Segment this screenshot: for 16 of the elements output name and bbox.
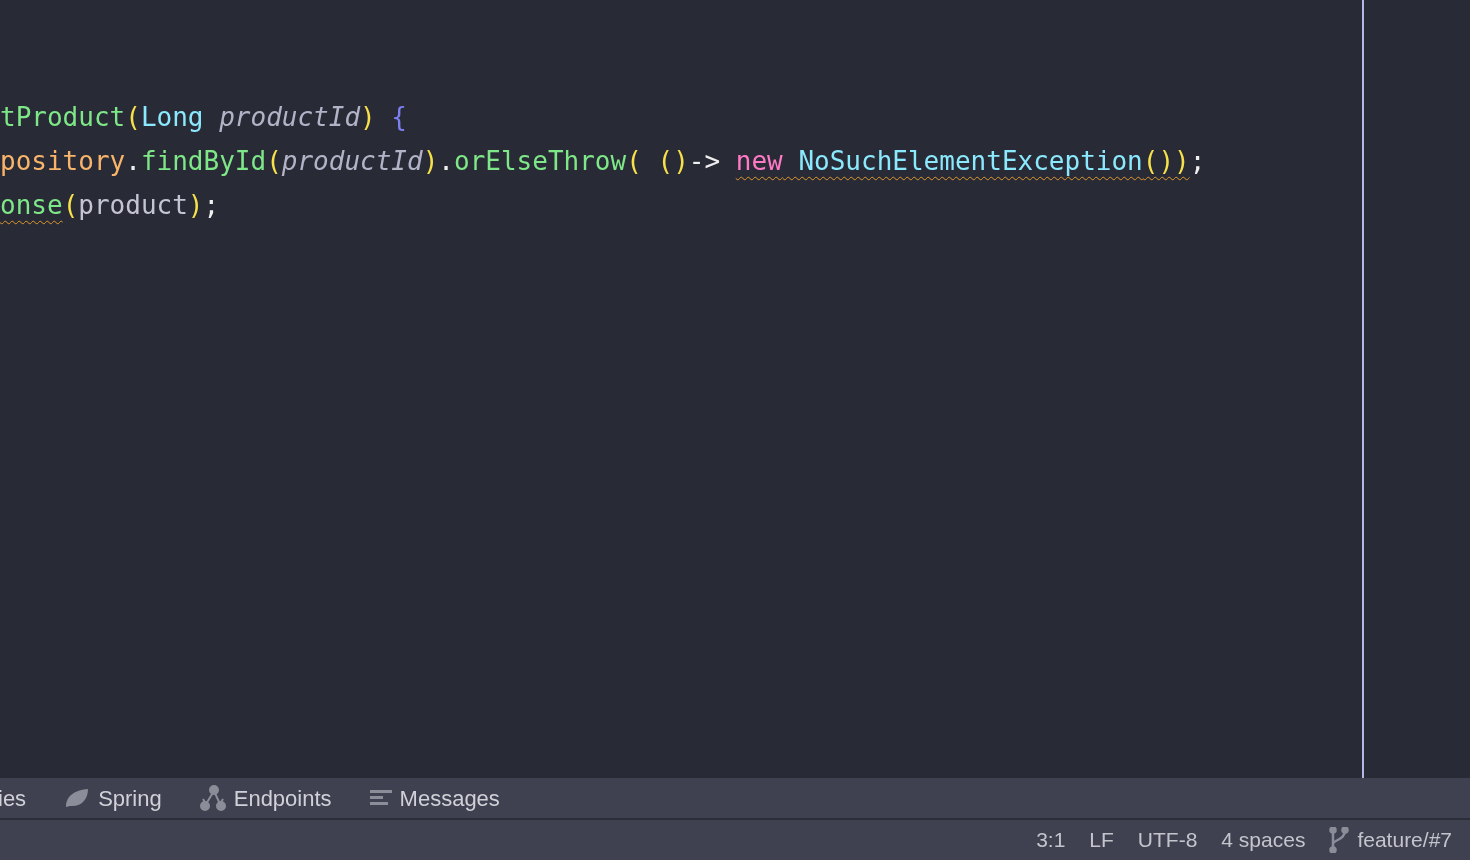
status-item[interactable]: feature/#7 (1329, 824, 1452, 856)
nodes-icon (199, 785, 226, 811)
tool-window-tab[interactable]: Spring (64, 778, 162, 818)
status-item[interactable]: UTF-8 (1137, 824, 1198, 856)
lines-icon (369, 789, 392, 807)
status-item[interactable]: 3:1 (1036, 824, 1066, 856)
branch-icon (1329, 827, 1350, 853)
tool-window-tab[interactable]: Messages (369, 778, 500, 818)
status-item[interactable]: LF (1089, 824, 1114, 856)
code-line: pository.findById(productId).orElseThrow( ()-> new NoSuchElementException()); (0, 145, 1206, 178)
leaf-icon (64, 787, 91, 809)
status-item[interactable]: 4 spaces (1221, 824, 1306, 856)
tool-window-tab[interactable]: Endpoints (199, 778, 332, 818)
code-line: tProduct(Long productId) { (0, 101, 408, 134)
tool-window-tab[interactable]: ies (0, 778, 27, 818)
code-line: onse(product); (0, 189, 220, 222)
